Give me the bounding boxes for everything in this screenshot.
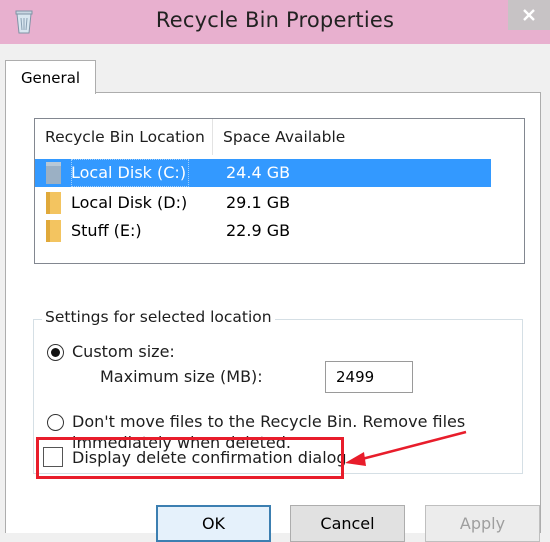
list-item-drive-e[interactable]: Stuff (E:) 22.9 GB: [35, 217, 491, 245]
custom-size-label[interactable]: Custom size:: [72, 342, 175, 361]
ok-button[interactable]: OK: [156, 505, 271, 542]
annotation-arrow: [345, 430, 467, 466]
column-header-space[interactable]: Space Available: [213, 119, 373, 155]
cancel-button[interactable]: Cancel: [290, 505, 405, 542]
max-size-label: Maximum size (MB):: [100, 367, 263, 386]
folder-drive-icon: [46, 220, 61, 242]
drive-space: 24.4 GB: [226, 163, 291, 182]
close-button[interactable]: [508, 0, 550, 30]
dont-move-radio[interactable]: [47, 414, 64, 431]
drive-space: 22.9 GB: [226, 221, 291, 240]
column-header-location[interactable]: Recycle Bin Location: [35, 119, 213, 155]
drive-name: Local Disk (C:): [71, 159, 190, 187]
drive-name: Stuff (E:): [71, 221, 142, 240]
title-bar: Recycle Bin Properties: [0, 0, 550, 44]
tab-general[interactable]: General: [5, 60, 96, 94]
max-size-input[interactable]: [325, 361, 413, 393]
window-title: Recycle Bin Properties: [155, 8, 395, 32]
location-list[interactable]: Recycle Bin Location Space Available Loc…: [34, 118, 525, 264]
list-item-drive-d[interactable]: Local Disk (D:) 29.1 GB: [35, 189, 491, 217]
folder-drive-icon: [46, 192, 61, 214]
confirmation-checkbox[interactable]: [43, 447, 63, 467]
list-header: Recycle Bin Location Space Available: [35, 119, 524, 155]
confirmation-label[interactable]: Display delete confirmation dialog: [72, 448, 347, 467]
custom-size-radio[interactable]: [47, 344, 64, 361]
list-item-drive-c[interactable]: Local Disk (C:) 24.4 GB: [35, 159, 491, 187]
system-drive-icon: [46, 162, 61, 184]
radio-selected-dot: [51, 348, 60, 357]
close-icon: [523, 9, 535, 21]
drive-name: Local Disk (D:): [71, 193, 188, 212]
drive-space: 29.1 GB: [226, 193, 291, 212]
settings-group-label: Settings for selected location: [42, 308, 275, 326]
apply-button[interactable]: Apply: [425, 505, 540, 542]
